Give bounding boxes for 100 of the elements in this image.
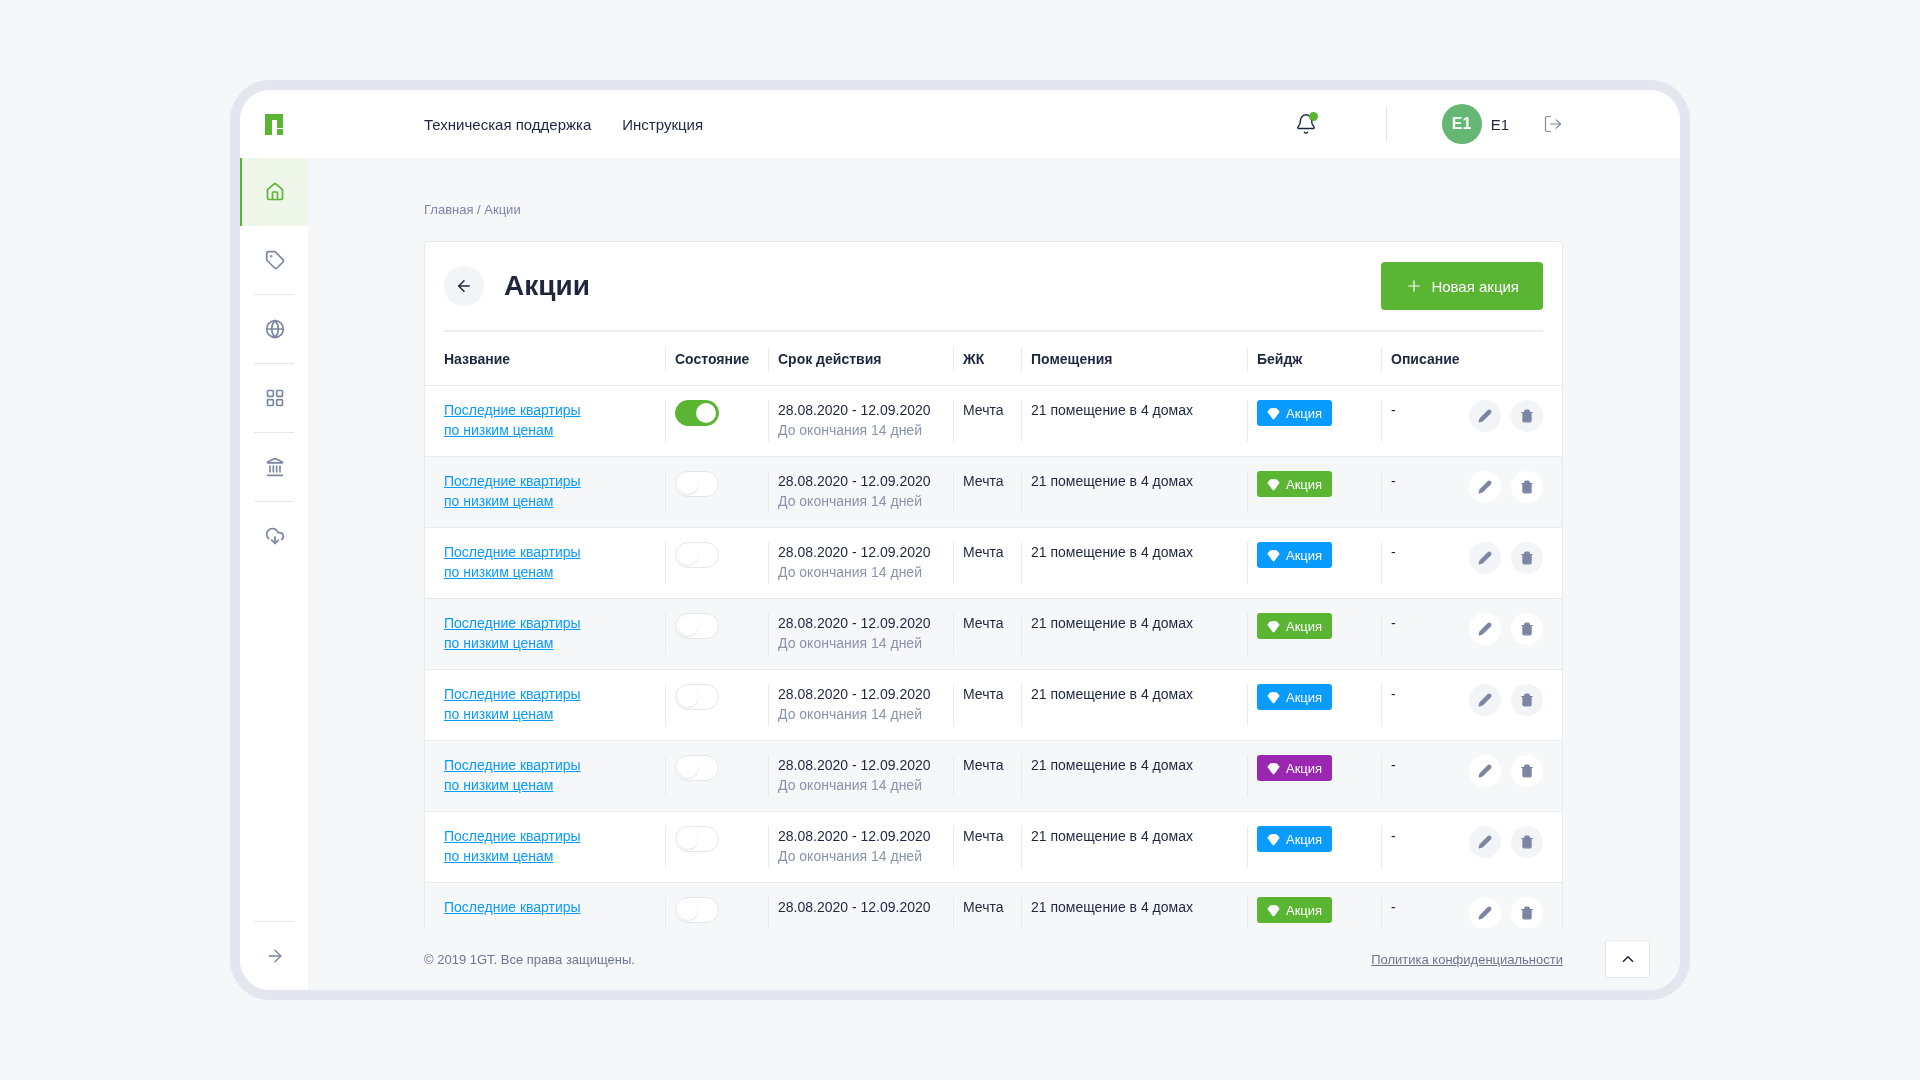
period-note: До окончания 14 дней — [778, 705, 922, 724]
premises-text: 21 помещение в 4 домах — [1031, 685, 1193, 704]
premises-text: 21 помещение в 4 домах — [1031, 756, 1193, 775]
period-text: 28.08.2020 - 12.09.2020 — [778, 898, 931, 917]
user-avatar[interactable]: E1 — [1441, 104, 1482, 144]
complex-text: Мечта — [963, 685, 1004, 704]
pencil-icon — [1478, 764, 1492, 778]
copyright-text: © 2019 1GT. Все права защищены. — [424, 951, 635, 967]
period-note: До окончания 14 дней — [778, 563, 922, 582]
page-title: Акции — [504, 270, 590, 302]
column-header: Срок действия — [768, 346, 953, 371]
trash-icon — [1520, 409, 1534, 423]
complex-text: Мечта — [963, 898, 1004, 917]
delete-button[interactable] — [1511, 684, 1543, 716]
bank-icon — [265, 457, 285, 477]
column-header: Название — [444, 349, 512, 369]
delete-button[interactable] — [1511, 826, 1543, 858]
period-text: 28.08.2020 - 12.09.2020 — [778, 543, 931, 562]
period-text: 28.08.2020 - 12.09.2020 — [778, 472, 931, 491]
trash-icon — [1520, 622, 1534, 636]
description-text: - — [1391, 472, 1396, 491]
tag-icon — [265, 250, 285, 270]
complex-text: Мечта — [963, 543, 1004, 562]
complex-text: Мечта — [963, 756, 1004, 775]
status-toggle[interactable] — [675, 400, 719, 426]
promotion-link[interactable]: Последние квартиры по низким ценам — [444, 826, 581, 866]
description-text: - — [1391, 614, 1396, 633]
logo-icon — [265, 113, 283, 135]
trash-icon — [1520, 906, 1534, 920]
logout-icon[interactable] — [1543, 114, 1563, 134]
nav-link[interactable]: Инструкция — [622, 115, 704, 133]
description-text: - — [1391, 827, 1396, 846]
trash-icon — [1520, 764, 1534, 778]
diamond-icon — [1267, 619, 1280, 633]
period-text: 28.08.2020 - 12.09.2020 — [778, 401, 931, 420]
period-text: 28.08.2020 - 12.09.2020 — [778, 756, 931, 775]
edit-button[interactable] — [1469, 755, 1501, 787]
pencil-icon — [1478, 622, 1492, 636]
cloud-download-icon — [265, 526, 285, 546]
complex-text: Мечта — [963, 401, 1004, 420]
diamond-icon — [1267, 690, 1280, 704]
premises-text: 21 помещение в 4 домах — [1031, 898, 1193, 917]
privacy-policy-link[interactable]: Политика конфиденциальности — [1371, 951, 1563, 967]
premises-text: 21 помещение в 4 домах — [1031, 401, 1193, 420]
trash-icon — [1520, 480, 1534, 494]
promotion-link[interactable]: Последние квартиры по низким ценам — [444, 613, 581, 653]
delete-button[interactable] — [1511, 613, 1543, 645]
column-header: ЖК — [953, 346, 1021, 371]
period-note: До окончания 14 дней — [778, 847, 922, 866]
column-header: Бейдж — [1247, 346, 1381, 371]
promotion-link[interactable]: Последние квартиры — [444, 897, 581, 917]
promotion-link[interactable]: Последние квартиры по низким ценам — [444, 755, 581, 795]
edit-button[interactable] — [1469, 897, 1501, 928]
edit-button[interactable] — [1469, 542, 1501, 574]
pencil-icon — [1478, 693, 1492, 707]
delete-button[interactable] — [1511, 400, 1543, 432]
diamond-icon — [1267, 406, 1280, 420]
back-button[interactable] — [444, 266, 484, 306]
edit-button[interactable] — [1469, 684, 1501, 716]
period-note: До окончания 14 дней — [778, 634, 922, 653]
home-icon — [265, 182, 285, 202]
promotion-link[interactable]: Последние квартиры по низким ценам — [444, 542, 581, 582]
promo-badge: Акция — [1257, 755, 1333, 781]
period-note: До окончания 14 дней — [778, 421, 922, 440]
new-promotion-button[interactable]: Новая акция — [1381, 262, 1543, 310]
delete-button[interactable] — [1511, 542, 1543, 574]
delete-button[interactable] — [1511, 471, 1543, 503]
premises-text: 21 помещение в 4 домах — [1031, 614, 1193, 633]
trash-icon — [1520, 551, 1534, 565]
edit-button[interactable] — [1469, 400, 1501, 432]
column-header: Помещения — [1021, 346, 1247, 371]
promo-badge: Акция — [1257, 897, 1333, 923]
promo-badge: Акция — [1257, 471, 1333, 497]
grid-icon — [265, 388, 285, 408]
description-text: - — [1391, 685, 1396, 704]
delete-button[interactable] — [1511, 897, 1543, 928]
delete-button[interactable] — [1511, 755, 1543, 787]
promo-badge: Акция — [1257, 542, 1333, 568]
edit-button[interactable] — [1469, 471, 1501, 503]
description-text: - — [1391, 401, 1396, 420]
promotion-link[interactable]: Последние квартиры по низким ценам — [444, 471, 581, 511]
promotion-link[interactable]: Последние квартиры по низким ценам — [444, 400, 581, 440]
pencil-icon — [1478, 409, 1492, 423]
edit-button[interactable] — [1469, 613, 1501, 645]
sidebar-item[interactable] — [240, 158, 308, 226]
globe-icon — [265, 319, 285, 339]
edit-button[interactable] — [1469, 826, 1501, 858]
diamond-icon — [1267, 477, 1280, 491]
nav-link[interactable]: Техническая поддержка — [424, 115, 592, 133]
user-name: E1 — [1490, 115, 1509, 133]
diamond-icon — [1267, 548, 1280, 562]
premises-text: 21 помещение в 4 домах — [1031, 472, 1193, 491]
period-note: До окончания 14 дней — [778, 492, 922, 511]
description-text: - — [1391, 543, 1396, 562]
promo-badge: Акция — [1257, 684, 1333, 710]
period-note: До окончания 14 дней — [778, 776, 922, 795]
pencil-icon — [1478, 480, 1492, 494]
promotion-link[interactable]: Последние квартиры по низким ценам — [444, 684, 581, 724]
diamond-icon — [1267, 761, 1280, 775]
column-header: Состояние — [665, 346, 768, 371]
